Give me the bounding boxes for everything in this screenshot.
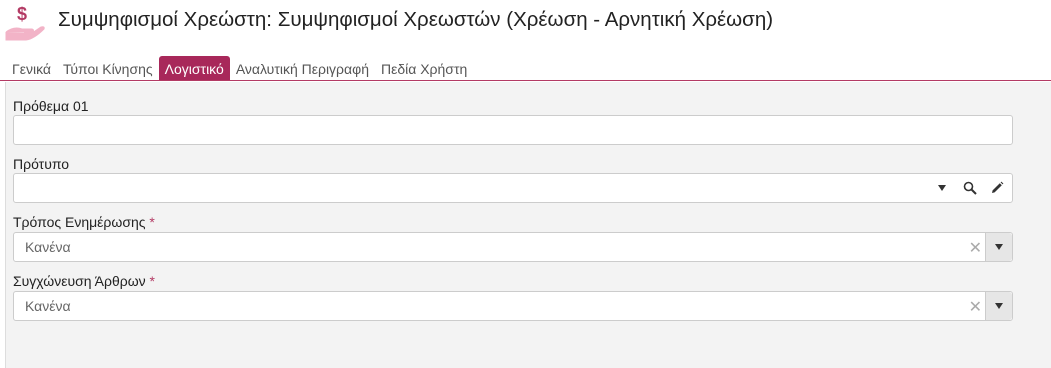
tab-detailed-description[interactable]: Αναλυτική Περιγραφή xyxy=(230,56,375,80)
template-dropdown-icon[interactable] xyxy=(930,174,954,202)
required-mark: * xyxy=(149,214,155,230)
edit-pencil-icon[interactable] xyxy=(985,174,1009,202)
merge-entries-value: Κανένα xyxy=(25,298,71,314)
page-title: Συμψηφισμοί Χρεώστη: Συμψηφισμοί Χρεωστώ… xyxy=(58,8,774,31)
form-panel: Πρόθεμα 01 Πρότυπο Τρόπος Ενημέρωσης * Κ… xyxy=(5,82,1051,368)
money-hand-icon: $ xyxy=(5,4,45,41)
chevron-down-icon[interactable] xyxy=(985,292,1012,320)
tab-accounting[interactable]: Λογιστικό xyxy=(158,56,230,80)
update-mode-label: Τρόπος Ενημέρωσης * xyxy=(13,214,155,230)
template-input[interactable] xyxy=(13,173,1013,203)
merge-entries-label: Συγχώνευση Άρθρων * xyxy=(13,273,155,289)
chevron-down-icon[interactable] xyxy=(985,233,1012,261)
update-mode-value: Κανένα xyxy=(25,239,71,255)
update-mode-select[interactable]: Κανένα ✕ xyxy=(13,232,1013,262)
tab-movement-types[interactable]: Τύποι Κίνησης xyxy=(57,56,159,80)
merge-entries-select[interactable]: Κανένα ✕ xyxy=(13,291,1013,321)
tab-user-fields[interactable]: Πεδία Χρήστη xyxy=(375,56,473,80)
tab-general[interactable]: Γενικά xyxy=(0,56,57,80)
clear-icon[interactable]: ✕ xyxy=(969,238,982,258)
update-mode-label-text: Τρόπος Ενημέρωσης xyxy=(13,214,146,230)
clear-icon[interactable]: ✕ xyxy=(969,297,982,317)
page-header: $ Συμψηφισμοί Χρεώστη: Συμψηφισμοί Χρεωσ… xyxy=(0,0,1051,48)
required-mark: * xyxy=(149,273,155,289)
prefix-input[interactable] xyxy=(13,115,1013,145)
search-icon[interactable] xyxy=(958,174,982,202)
tab-bar: Γενικά Τύποι Κίνησης Λογιστικό Αναλυτική… xyxy=(0,54,1051,81)
prefix-label: Πρόθεμα 01 xyxy=(13,98,89,114)
merge-entries-label-text: Συγχώνευση Άρθρων xyxy=(13,273,146,289)
template-label: Πρότυπο xyxy=(13,156,70,172)
svg-text:$: $ xyxy=(17,4,27,24)
